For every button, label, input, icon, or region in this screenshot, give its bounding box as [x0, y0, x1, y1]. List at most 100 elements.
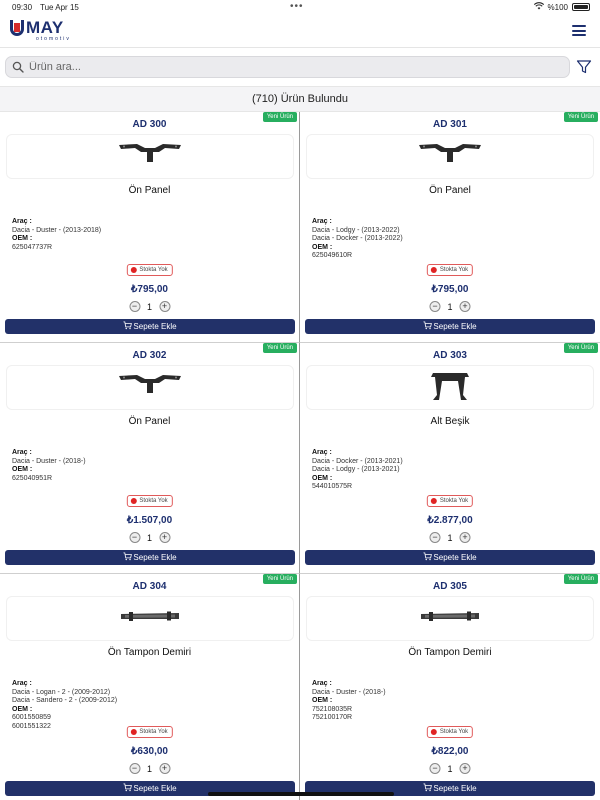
multitasking-dots-icon[interactable]: •••	[290, 1, 304, 12]
product-code[interactable]: AD 302	[0, 350, 299, 361]
front-panel-part-image	[115, 367, 185, 408]
add-to-cart-label: Sepete Ekle	[433, 784, 477, 793]
increase-quantity-button[interactable]: +	[459, 763, 471, 774]
increase-quantity-button[interactable]: +	[159, 301, 171, 312]
oem-number: 625049610R	[312, 252, 353, 259]
increase-quantity-button[interactable]: +	[159, 532, 171, 543]
product-code[interactable]: AD 300	[0, 119, 299, 130]
product-code[interactable]: AD 301	[300, 119, 600, 130]
decrease-quantity-button[interactable]: −	[429, 301, 441, 312]
battery-icon	[572, 3, 590, 11]
add-to-cart-button[interactable]: Sepete Ekle	[5, 319, 295, 334]
product-details: Araç : Dacia - Duster - (2013-2018) OEM …	[12, 218, 101, 252]
stock-status-text: Stokta Yok	[439, 729, 469, 735]
oem-number: 6001550859	[12, 714, 51, 721]
oem-label: OEM :	[12, 705, 33, 713]
product-name[interactable]: Alt Beşik	[300, 416, 600, 427]
product-card[interactable]: Yeni Ürün AD 302 Ön Panel Araç : Dacia -…	[0, 343, 300, 574]
filter-icon[interactable]	[576, 59, 592, 75]
cart-icon	[123, 783, 133, 794]
product-name[interactable]: Ön Tampon Demiri	[0, 647, 299, 658]
status-date: Tue Apr 15	[40, 3, 79, 12]
front-panel-part-image	[415, 136, 485, 177]
vehicle-label: Araç :	[12, 218, 32, 225]
product-image[interactable]	[6, 134, 294, 179]
stock-status-badge: Stokta Yok	[426, 726, 474, 738]
decrease-quantity-button[interactable]: −	[128, 301, 140, 312]
quantity-stepper: − 1 +	[429, 763, 471, 774]
vehicle-label: Araç :	[312, 680, 332, 687]
product-name[interactable]: Ön Tampon Demiri	[300, 647, 600, 658]
wifi-icon	[533, 2, 544, 12]
out-of-stock-dot-icon	[130, 267, 137, 273]
vehicle-line: Dacia - Duster - (2013-2018)	[12, 226, 102, 234]
product-price: ₺2.877,00	[427, 515, 473, 526]
product-name[interactable]: Ön Panel	[300, 185, 600, 196]
product-price: ₺795,00	[131, 284, 168, 295]
product-details: Araç : Dacia - Logan - 2 - (2009-2012) Da…	[12, 680, 117, 731]
product-image[interactable]	[306, 596, 594, 641]
product-code[interactable]: AD 303	[300, 350, 600, 361]
product-details: Araç : Dacia - Lodgy - (2013-2022) Dacia …	[312, 218, 403, 261]
product-card[interactable]: Yeni Ürün AD 305 Ön Tampon Demiri Araç :…	[300, 574, 600, 800]
product-price: ₺822,00	[431, 746, 469, 757]
umay-logo[interactable]: MAY otomotiv	[10, 19, 69, 44]
decrease-quantity-button[interactable]: −	[429, 763, 441, 774]
product-card[interactable]: Yeni Ürün AD 304 Ön Tampon Demiri Araç :…	[0, 574, 300, 800]
stock-status-text: Stokta Yok	[139, 729, 168, 735]
vehicle-label: Araç :	[12, 449, 32, 456]
home-indicator[interactable]	[208, 792, 394, 796]
out-of-stock-dot-icon	[130, 729, 137, 735]
add-to-cart-button[interactable]: Sepete Ekle	[5, 550, 295, 565]
product-code[interactable]: AD 305	[300, 581, 600, 592]
stock-status-text: Stokta Yok	[439, 498, 469, 504]
quantity-stepper: − 1 +	[128, 532, 171, 543]
add-to-cart-button[interactable]: Sepete Ekle	[305, 550, 595, 565]
product-name[interactable]: Ön Panel	[0, 185, 299, 196]
product-image[interactable]	[306, 134, 594, 179]
app-header: MAY otomotiv	[0, 14, 600, 48]
add-to-cart-button[interactable]: Sepete Ekle	[305, 319, 595, 334]
logo-mark-icon	[10, 20, 24, 36]
hamburger-menu-icon[interactable]	[572, 25, 586, 36]
add-to-cart-label: Sepete Ekle	[133, 784, 177, 793]
search-icon	[12, 61, 24, 73]
product-card[interactable]: Yeni Ürün AD 300 Ön Panel Araç : Dacia -…	[0, 112, 300, 343]
product-image[interactable]	[6, 365, 294, 410]
add-to-cart-label: Sepete Ekle	[433, 322, 477, 331]
stock-status-badge: Stokta Yok	[126, 495, 173, 507]
status-bar: 09:30 Tue Apr 15 ••• %100	[0, 0, 600, 14]
oem-number: 625047737R	[12, 243, 53, 251]
quantity-value: 1	[146, 301, 153, 312]
increase-quantity-button[interactable]: +	[459, 532, 471, 543]
product-image[interactable]	[306, 365, 594, 410]
product-code[interactable]: AD 304	[0, 581, 299, 592]
quantity-value: 1	[146, 763, 153, 774]
product-image[interactable]	[6, 596, 294, 641]
decrease-quantity-button[interactable]: −	[128, 532, 140, 543]
quantity-value: 1	[447, 301, 453, 312]
increase-quantity-button[interactable]: +	[159, 763, 171, 774]
quantity-value: 1	[447, 532, 453, 543]
product-card[interactable]: Yeni Ürün AD 303 Alt Beşik Araç : Dacia …	[300, 343, 600, 574]
oem-number: 544010575R	[312, 483, 353, 490]
decrease-quantity-button[interactable]: −	[429, 532, 441, 543]
search-input[interactable]	[29, 61, 529, 73]
product-details: Araç : Dacia - Duster - (2018-) OEM : 75…	[312, 680, 386, 723]
product-price: ₺630,00	[131, 746, 168, 757]
cart-icon	[423, 321, 433, 332]
increase-quantity-button[interactable]: +	[459, 301, 471, 312]
search-box[interactable]	[5, 56, 570, 78]
decrease-quantity-button[interactable]: −	[128, 763, 140, 774]
product-grid: Yeni Ürün AD 300 Ön Panel Araç : Dacia -…	[0, 112, 600, 800]
stock-status-badge: Stokta Yok	[426, 264, 474, 276]
cart-icon	[123, 321, 133, 332]
stock-status-badge: Stokta Yok	[426, 495, 474, 507]
product-name[interactable]: Ön Panel	[0, 416, 299, 427]
stock-status-text: Stokta Yok	[139, 267, 168, 273]
stock-status-badge: Stokta Yok	[126, 264, 173, 276]
out-of-stock-dot-icon	[430, 267, 437, 273]
product-card[interactable]: Yeni Ürün AD 301 Ön Panel Araç : Dacia -…	[300, 112, 600, 343]
cart-icon	[423, 783, 433, 794]
oem-label: OEM :	[312, 243, 333, 251]
